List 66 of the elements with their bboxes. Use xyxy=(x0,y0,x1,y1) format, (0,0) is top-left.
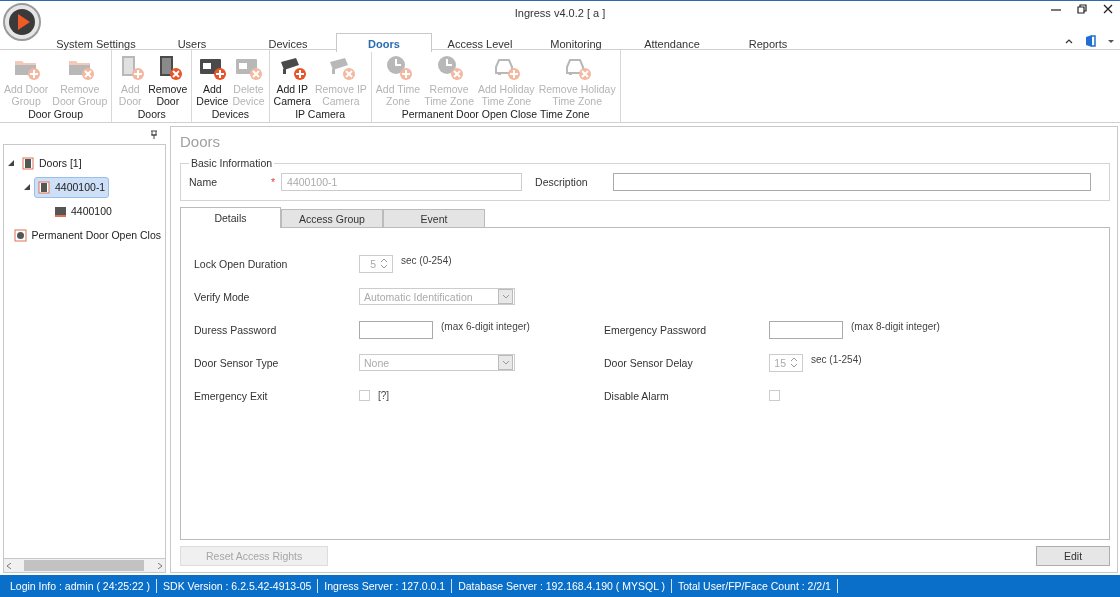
field-label: Door Sensor Delay xyxy=(604,356,694,369)
tree-item[interactable]: Doors [1] xyxy=(18,152,86,174)
menu-tab[interactable]: Doors xyxy=(336,33,432,52)
field-hint: sec (0-254) xyxy=(401,254,452,266)
menu-tab[interactable]: Monitoring xyxy=(528,33,624,51)
restore-icon[interactable] xyxy=(1076,3,1088,15)
reader-icon xyxy=(54,204,67,218)
dropdown-caret-icon[interactable] xyxy=(1108,39,1114,43)
scroll-right-icon[interactable] xyxy=(157,562,162,569)
ribbon-button[interactable]: Add Device xyxy=(194,53,231,108)
tree-item[interactable]: 4400100 xyxy=(50,200,116,222)
status-text: Ingress Server : 127.0.0.1 xyxy=(318,579,453,593)
form-tab[interactable]: Access Group xyxy=(281,209,383,227)
edit-button[interactable]: Edit xyxy=(1036,546,1110,566)
field-hint: (max 6-digit integer) xyxy=(441,320,530,332)
scroll-left-icon[interactable] xyxy=(7,562,12,569)
menu-tab[interactable]: Attendance xyxy=(624,33,720,51)
ribbon-button[interactable]: Add IP Camera xyxy=(271,53,313,108)
status-text: Login Info : admin ( 24:25:22 ) xyxy=(4,579,158,593)
collapse-caret-icon[interactable] xyxy=(1065,37,1073,45)
field-label: Duress Password xyxy=(194,323,278,336)
password-field[interactable] xyxy=(359,320,433,339)
description-field[interactable] xyxy=(613,173,1091,191)
app-logo xyxy=(3,3,41,41)
field-label: Emergency Password xyxy=(604,323,708,336)
ribbon-button[interactable]: Remove Door xyxy=(146,53,190,108)
scrollbar-thumb[interactable] xyxy=(24,560,144,571)
expand-arrow-icon[interactable] xyxy=(8,160,14,166)
horizontal-scrollbar[interactable] xyxy=(3,558,166,573)
expand-arrow-icon[interactable] xyxy=(24,184,30,190)
form-tab[interactable]: Event xyxy=(383,209,485,227)
menu-tab[interactable]: System Settings xyxy=(48,33,144,51)
field-label: Emergency Exit xyxy=(194,389,269,402)
door-icon xyxy=(22,156,35,170)
menu-tab[interactable]: Users xyxy=(144,33,240,51)
status-text: SDK Version : 6.2.5.42-4913-05 xyxy=(157,579,319,593)
menu-tab[interactable]: Reports xyxy=(720,33,816,51)
menu-tab[interactable]: Access Level xyxy=(432,33,528,51)
status-text: Total User/FP/Face Count : 2/2/1 xyxy=(672,579,838,593)
field-label: Lock Open Duration xyxy=(194,257,289,270)
status-text: Database Server : 192.168.4.190 ( MYSQL ) xyxy=(452,579,672,593)
group-label: Permanent Door Open Close Time Zone xyxy=(400,108,591,122)
group-label: IP Camera xyxy=(294,108,347,122)
field-hint: sec (1-254) xyxy=(811,353,862,365)
tree-item[interactable]: Permanent Door Open Clos xyxy=(10,224,165,246)
menu-tab[interactable]: Devices xyxy=(240,33,336,51)
pin-icon[interactable] xyxy=(150,130,158,140)
field-hint: (max 8-digit integer) xyxy=(851,320,940,332)
window-title: Ingress v4.0.2 [ a ] xyxy=(514,7,606,19)
password-field[interactable] xyxy=(769,320,843,339)
panel-title: Doors xyxy=(180,132,220,152)
close-icon[interactable] xyxy=(1102,3,1114,15)
field-label: Verify Mode xyxy=(194,290,251,303)
form-tab[interactable]: Details xyxy=(180,207,281,228)
group-label: Devices xyxy=(210,108,251,122)
group-label: Doors xyxy=(136,108,167,122)
tree-item[interactable]: 4400100-1 xyxy=(34,176,110,198)
field-label: Description xyxy=(535,176,589,188)
clock-icon xyxy=(14,228,28,242)
section-label: Basic Information xyxy=(190,157,274,169)
group-label: Door Group xyxy=(27,108,85,122)
field-label: Disable Alarm xyxy=(604,389,670,402)
door-icon xyxy=(38,180,51,194)
field-label: Door Sensor Type xyxy=(194,356,280,369)
field-label: Name xyxy=(189,176,218,188)
required-mark: * xyxy=(271,176,276,188)
